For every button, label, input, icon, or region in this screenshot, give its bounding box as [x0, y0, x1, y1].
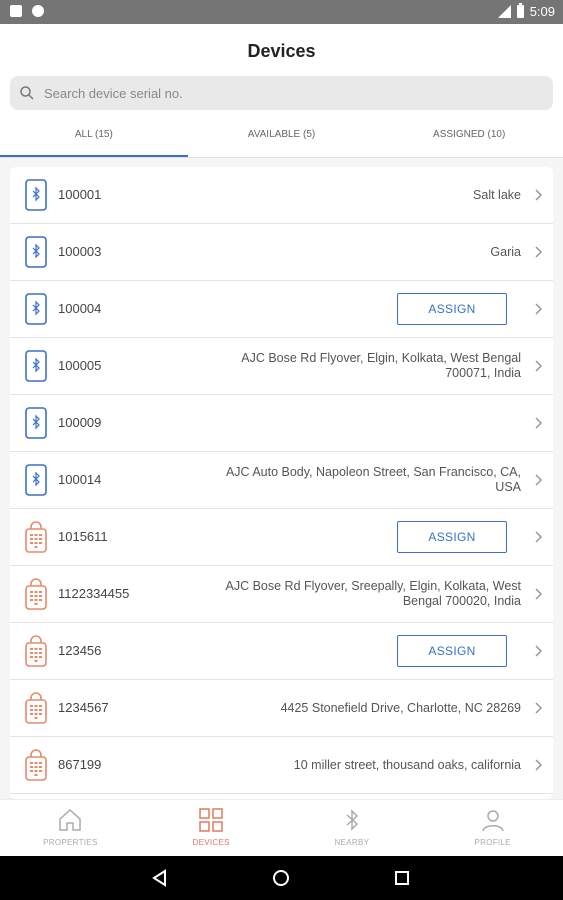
chevron-right-icon: [535, 303, 543, 315]
battery-icon: [516, 3, 524, 18]
device-location: 10 miller street, thousand oaks, califor…: [293, 757, 521, 772]
device-row[interactable]: 100009: [10, 395, 553, 452]
divider: [0, 157, 563, 158]
device-serial: 100009: [58, 415, 102, 430]
chevron-right-icon: [535, 417, 543, 429]
keypad-lock-icon: [25, 578, 47, 610]
app-header: Devices ALL (15) AVAILABLE (5) ASSIGNED …: [0, 24, 563, 158]
device-serial: 100001: [58, 187, 102, 202]
device-list[interactable]: 100001 Salt lake 100003 Garia 100004 ASSIGN 10…: [10, 167, 553, 799]
bluetooth-device-icon: [25, 179, 47, 211]
chevron-right-icon: [535, 246, 543, 258]
nav-label: PROFILE: [474, 838, 511, 847]
chevron-right-icon: [535, 645, 543, 657]
device-location: Garia: [490, 244, 521, 259]
chevron-right-icon: [535, 588, 543, 600]
chevron-right-icon: [535, 531, 543, 543]
device-row[interactable]: 100001 Salt lake: [10, 167, 553, 224]
device-serial: 1122334455: [58, 586, 130, 601]
device-row[interactable]: 100014 AJC Auto Body, Napoleon Street, Sa…: [10, 452, 553, 509]
device-serial: 123456: [58, 643, 102, 658]
device-location: AJC Bose Rd Flyover, Elgin, Kolkata, Wes…: [241, 351, 521, 380]
search-icon: [20, 86, 34, 100]
nav-properties[interactable]: PROPERTIES: [0, 800, 141, 857]
nav-label: PROPERTIES: [43, 838, 98, 847]
bluetooth-device-icon: [25, 407, 47, 439]
system-nav-bar: [0, 856, 563, 900]
device-row[interactable]: 1015611 ASSIGN: [10, 509, 553, 566]
nav-label: NEARBY: [334, 838, 370, 847]
nav-nearby[interactable]: NEARBY: [282, 800, 423, 857]
keypad-lock-icon: [25, 521, 47, 553]
chevron-right-icon: [535, 189, 543, 201]
bluetooth-device-icon: [25, 350, 47, 382]
assign-button[interactable]: ASSIGN: [397, 293, 507, 325]
device-serial: 1234567: [58, 700, 109, 715]
device-serial: 100004: [58, 301, 102, 316]
page-title: Devices: [247, 41, 316, 61]
bluetooth-device-icon: [25, 236, 47, 268]
device-serial: 100003: [58, 244, 102, 259]
device-row[interactable]: 100004 ASSIGN: [10, 281, 553, 338]
device-serial: 867199: [58, 757, 102, 772]
device-serial: 100014: [58, 472, 102, 487]
tab-bar: ALL (15) AVAILABLE (5) ASSIGNED (10): [0, 120, 563, 158]
nav-devices[interactable]: DEVICES: [141, 800, 282, 857]
chevron-right-icon: [535, 702, 543, 714]
bluetooth-device-icon: [25, 293, 47, 325]
notification-icon: [32, 5, 44, 17]
person-icon: [481, 810, 504, 832]
device-location: AJC Bose Rd Flyover, Sreepally, Elgin, K…: [225, 579, 522, 608]
nav-profile[interactable]: PROFILE: [422, 800, 563, 857]
tab-assigned[interactable]: ASSIGNED (10): [375, 120, 563, 158]
chevron-right-icon: [535, 360, 543, 372]
signal-icon: [497, 5, 511, 18]
device-location: AJC Auto Body, Napoleon Street, San Fran…: [225, 465, 521, 494]
device-serial: 1015611: [58, 529, 108, 544]
keypad-lock-icon: [25, 692, 47, 724]
tab-all[interactable]: ALL (15): [0, 120, 188, 158]
status-time: 5:09: [529, 4, 555, 19]
chevron-right-icon: [535, 474, 543, 486]
device-serial: 100005: [58, 358, 102, 373]
device-row[interactable]: 1234567 4425 Stonefield Drive, Charlotte,…: [10, 680, 553, 737]
bluetooth-device-icon: [25, 464, 47, 496]
device-row[interactable]: 867199 10 miller street, thousand oaks, c…: [10, 737, 553, 794]
device-row[interactable]: 100005 AJC Bose Rd Flyover, Elgin, Kolkat…: [10, 338, 553, 395]
assign-button[interactable]: ASSIGN: [397, 521, 507, 553]
home-icon: [59, 808, 82, 831]
grid-icon: [199, 808, 223, 832]
device-location: [221, 395, 521, 451]
keypad-lock-icon: [25, 635, 47, 667]
bluetooth-icon: [346, 809, 358, 831]
chevron-right-icon: [535, 759, 543, 771]
tab-available[interactable]: AVAILABLE (5): [188, 120, 376, 158]
device-row[interactable]: 123456 ASSIGN: [10, 623, 553, 680]
keypad-lock-icon: [25, 749, 47, 781]
home-button-icon[interactable]: [271, 868, 291, 888]
nav-label: DEVICES: [192, 838, 230, 847]
search-box[interactable]: [10, 76, 553, 110]
device-row[interactable]: 1122334455 AJC Bose Rd Flyover, Sreepally…: [10, 566, 553, 623]
search-input[interactable]: [42, 84, 526, 102]
bottom-nav: PROPERTIES DEVICES NEARBY PROFILE: [0, 799, 563, 857]
notification-icon: [10, 5, 22, 17]
device-location: 4425 Stonefield Drive, Charlotte, NC 282…: [280, 700, 521, 715]
back-icon[interactable]: [150, 868, 170, 888]
assign-button[interactable]: ASSIGN: [397, 635, 507, 667]
device-row[interactable]: 100003 Garia: [10, 224, 553, 281]
status-bar: 5:09: [0, 0, 563, 24]
recents-icon[interactable]: [392, 868, 412, 888]
device-location: Salt lake: [473, 187, 521, 202]
